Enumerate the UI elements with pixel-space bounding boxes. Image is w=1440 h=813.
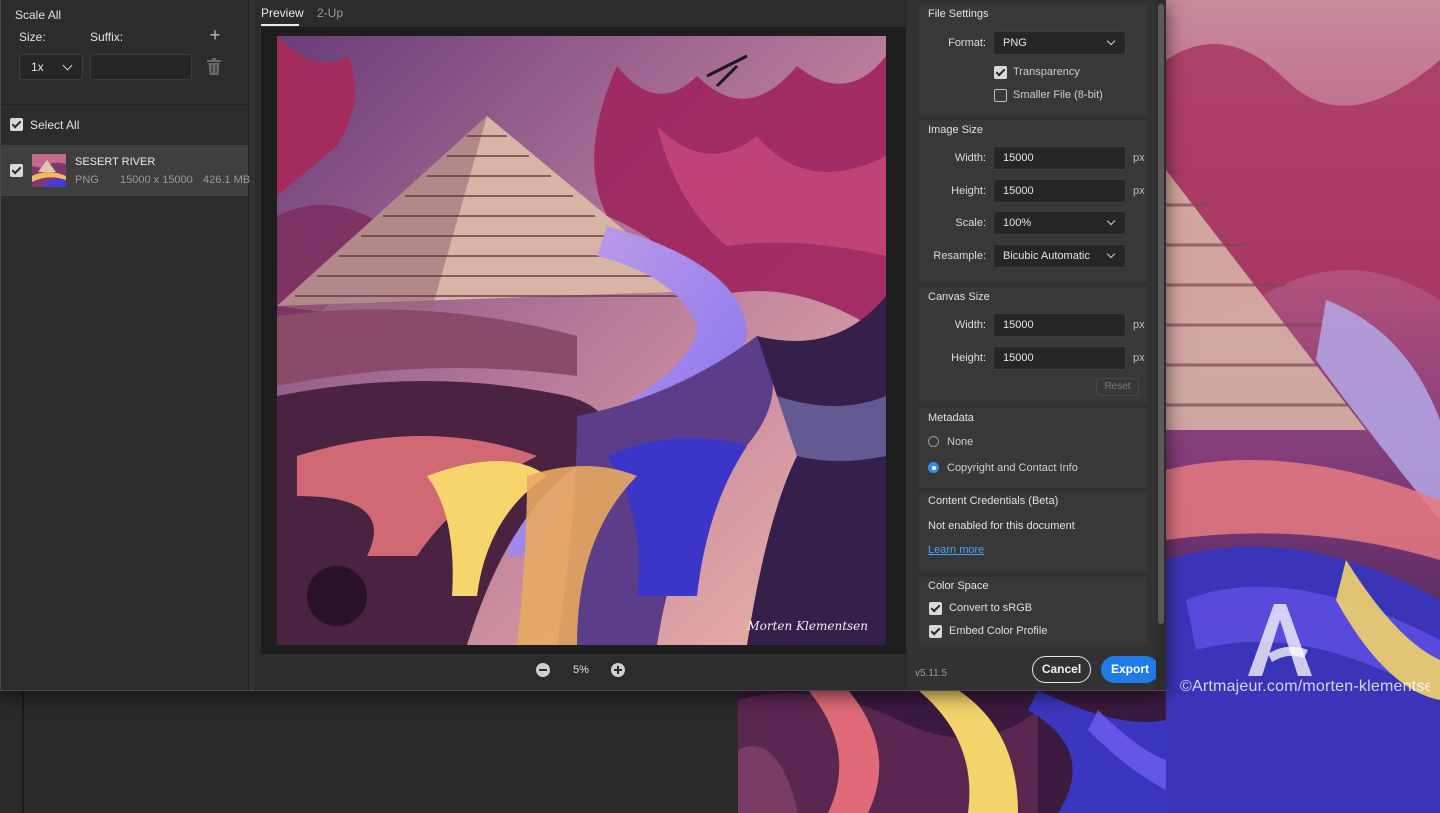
zoom-out-icon[interactable] [536,663,550,677]
chevron-down-icon [62,60,73,71]
settings-panel: File Settings Format: PNG Transparency S… [913,0,1155,690]
image-height-label: Height: [951,185,986,197]
size-select[interactable]: 1x [19,54,83,80]
scrollbar-thumb[interactable] [1158,4,1164,624]
tab-2-up[interactable]: 2-Up [317,6,343,20]
convert-srgb-checkbox[interactable] [929,602,942,615]
add-scale-button[interactable]: + [206,26,224,44]
image-width-input[interactable]: 15000 [993,146,1126,170]
metadata-section: Metadata None Copyright and Contact Info [919,408,1147,488]
divider [1,104,249,105]
metadata-copyright-label: Copyright and Contact Info [947,462,1078,474]
size-label: Size: [19,30,46,44]
image-size-title: Image Size [928,124,984,136]
file-settings-title: File Settings [928,8,989,20]
resample-select[interactable]: Bicubic Automatic [993,244,1126,268]
image-width-unit: px [1133,152,1145,164]
content-credentials-section: Content Credentials (Beta) Not enabled f… [919,492,1147,572]
select-all-checkbox[interactable] [10,118,23,131]
asset-dimensions: 15000 x 15000 [120,174,193,186]
embed-profile-checkbox[interactable] [929,625,942,638]
image-width-label: Width: [954,152,986,164]
metadata-copyright-radio[interactable] [928,462,939,473]
canvas-width-unit: px [1133,319,1145,331]
canvas-size-title: Canvas Size [928,291,990,303]
transparency-checkbox[interactable] [994,66,1007,79]
cancel-button[interactable]: Cancel [1032,656,1091,683]
scale-value: 100% [1003,217,1032,229]
metadata-none-radio[interactable] [928,436,939,447]
asset-thumbnail [32,154,66,187]
transparency-label: Transparency [1013,66,1080,78]
export-as-dialog: Scale All Size: Suffix: + 1x Select All [0,0,1166,691]
embed-profile-label: Embed Color Profile [949,625,1048,637]
zoom-in-icon[interactable] [611,663,625,677]
size-select-value: 1x [31,60,44,74]
preview-image: Morten Klementsen [277,36,886,645]
export-button[interactable]: Export [1101,656,1159,683]
background-artwork-lower [738,690,1166,813]
chevron-down-icon [1106,216,1116,226]
color-space-title: Color Space [928,580,989,592]
canvas-width-input[interactable]: 15000 [993,313,1126,337]
resample-value: Bicubic Automatic [1003,250,1090,262]
zoom-level: 5% [573,664,589,676]
image-size-section: Image Size Width: 15000 px Height: 15000… [919,120,1147,282]
image-height-unit: px [1133,185,1145,197]
chevron-down-icon [1106,249,1116,259]
canvas-height-label: Height: [951,352,986,364]
asset-format: PNG [75,174,99,186]
image-height-input[interactable]: 15000 [993,179,1126,203]
background-rail [22,690,24,813]
trash-icon[interactable] [207,58,221,76]
learn-more-link[interactable]: Learn more [928,544,984,556]
watermark-text: ©Artmajeur.com/morten-klementsen [1180,678,1430,695]
artmajeur-logo-icon [1248,604,1312,676]
suffix-input[interactable] [90,54,192,80]
content-credentials-status: Not enabled for this document [928,520,1075,532]
canvas-height-unit: px [1133,352,1145,364]
content-credentials-title: Content Credentials (Beta) [928,495,1059,507]
smaller-file-checkbox[interactable] [994,89,1007,102]
chevron-down-icon [1106,36,1116,46]
canvas-width-label: Width: [954,319,986,331]
plus-icon: + [209,25,221,45]
tab-preview[interactable]: Preview [261,6,304,20]
scale-label: Scale: [955,217,986,229]
resample-label: Resample: [933,250,986,262]
convert-srgb-label: Convert to sRGB [949,602,1033,614]
settings-scrollbar[interactable] [1156,0,1166,690]
asset-row[interactable]: SESERT RIVER PNG 15000 x 15000 426.1 MB [1,145,251,196]
background-workspace [0,690,738,813]
scale-all-title: Scale All [15,8,62,22]
format-label: Format: [948,37,986,49]
canvas-height-input[interactable]: 15000 [993,346,1126,370]
file-settings-section: File Settings Format: PNG Transparency S… [919,4,1147,116]
format-select[interactable]: PNG [993,31,1126,55]
format-value: PNG [1003,37,1027,49]
artist-signature: Morten Klementsen [747,619,868,633]
active-tab-indicator [261,24,299,26]
canvas-size-section: Canvas Size Width: 15000 px Height: 1500… [919,287,1147,403]
select-all-label: Select All [30,118,80,132]
asset-file-size: 426.1 MB [203,174,251,186]
asset-name: SESERT RIVER [75,156,156,168]
reset-button[interactable]: Reset [1096,378,1139,396]
version-label: v5.11.5 [915,668,948,679]
asset-panel: Scale All Size: Suffix: + 1x Select All [1,0,251,690]
metadata-title: Metadata [928,412,974,424]
suffix-label: Suffix: [90,30,124,44]
scale-select[interactable]: 100% [993,211,1126,235]
smaller-file-label: Smaller File (8-bit) [1013,89,1103,101]
color-space-section: Color Space Convert to sRGB Embed Color … [919,577,1147,645]
metadata-none-label: None [947,436,974,448]
asset-checkbox[interactable] [10,164,23,177]
